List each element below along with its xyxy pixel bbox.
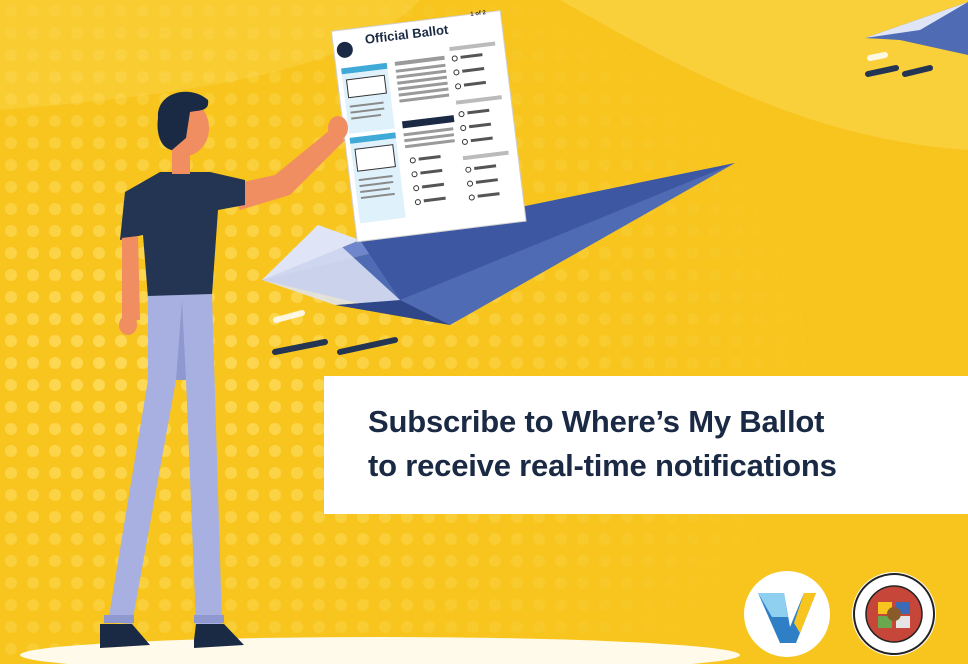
county-seal-icon (853, 573, 935, 655)
scene-artwork (0, 0, 968, 664)
subscribe-message-banner: Subscribe to Where’s My Ballot to receiv… (324, 376, 968, 514)
ballot-paper (330, 10, 527, 243)
message-line-2: to receive real-time notifications (368, 448, 837, 483)
vote-logo (744, 571, 830, 657)
v-logo-icon (758, 593, 816, 643)
message-line-1: Subscribe to Where’s My Ballot (368, 404, 825, 439)
promo-illustration: Official Ballot 1 of 2 (0, 0, 968, 664)
county-seal-logo (852, 572, 936, 656)
